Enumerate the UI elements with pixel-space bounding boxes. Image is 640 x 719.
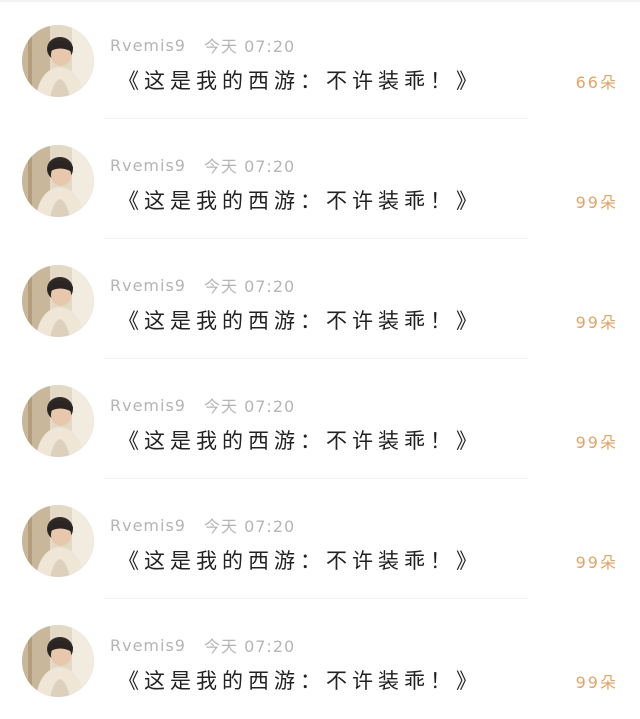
message-meta: Rvemis9 今天 07:20	[110, 515, 296, 537]
message-title[interactable]: 《这是我的西游：不许装乖！》	[118, 545, 482, 575]
avatar-photo-icon	[22, 25, 94, 97]
timestamp: 今天 07:20	[203, 157, 296, 176]
item-divider	[104, 478, 528, 479]
message-item[interactable]: Rvemis9 今天 07:20 《这是我的西游：不许装乖！》 99朵	[0, 240, 640, 359]
flower-count: 99朵	[575, 193, 618, 212]
avatar-photo-icon	[22, 505, 94, 577]
timestamp: 今天 07:20	[203, 277, 296, 296]
username[interactable]: Rvemis9	[110, 156, 186, 175]
username[interactable]: Rvemis9	[110, 636, 186, 655]
avatar[interactable]	[22, 25, 94, 97]
username[interactable]: Rvemis9	[110, 36, 186, 55]
message-title[interactable]: 《这是我的西游：不许装乖！》	[118, 425, 482, 455]
message-item[interactable]: Rvemis9 今天 07:20 《这是我的西游：不许装乖！》 99朵	[0, 360, 640, 479]
username[interactable]: Rvemis9	[110, 396, 186, 415]
timestamp: 今天 07:20	[203, 37, 296, 56]
flower-count: 99朵	[575, 313, 618, 332]
item-divider	[104, 238, 528, 239]
avatar[interactable]	[22, 505, 94, 577]
timestamp: 今天 07:20	[203, 397, 296, 416]
flower-count: 99朵	[575, 553, 618, 572]
message-title[interactable]: 《这是我的西游：不许装乖！》	[118, 185, 482, 215]
avatar[interactable]	[22, 625, 94, 697]
timestamp: 今天 07:20	[203, 637, 296, 656]
message-item[interactable]: Rvemis9 今天 07:20 《这是我的西游：不许装乖！》 99朵	[0, 600, 640, 719]
username[interactable]: Rvemis9	[110, 276, 186, 295]
item-divider	[104, 358, 528, 359]
avatar-photo-icon	[22, 145, 94, 217]
item-divider	[104, 118, 528, 119]
message-item[interactable]: Rvemis9 今天 07:20 《这是我的西游：不许装乖！》 99朵	[0, 120, 640, 239]
avatar-photo-icon	[22, 385, 94, 457]
timestamp: 今天 07:20	[203, 517, 296, 536]
avatar-photo-icon	[22, 625, 94, 697]
message-title[interactable]: 《这是我的西游：不许装乖！》	[118, 65, 482, 95]
avatar[interactable]	[22, 385, 94, 457]
avatar[interactable]	[22, 145, 94, 217]
message-item[interactable]: Rvemis9 今天 07:20 《这是我的西游：不许装乖！》 66朵	[0, 0, 640, 119]
message-title[interactable]: 《这是我的西游：不许装乖！》	[118, 665, 482, 695]
message-meta: Rvemis9 今天 07:20	[110, 635, 296, 657]
message-title[interactable]: 《这是我的西游：不许装乖！》	[118, 305, 482, 335]
message-meta: Rvemis9 今天 07:20	[110, 395, 296, 417]
message-meta: Rvemis9 今天 07:20	[110, 35, 296, 57]
avatar-photo-icon	[22, 265, 94, 337]
flower-count: 66朵	[575, 73, 618, 92]
message-item[interactable]: Rvemis9 今天 07:20 《这是我的西游：不许装乖！》 99朵	[0, 480, 640, 599]
avatar[interactable]	[22, 265, 94, 337]
flower-count: 99朵	[575, 673, 618, 692]
username[interactable]: Rvemis9	[110, 516, 186, 535]
message-meta: Rvemis9 今天 07:20	[110, 275, 296, 297]
item-divider	[104, 598, 528, 599]
message-meta: Rvemis9 今天 07:20	[110, 155, 296, 177]
flower-count: 99朵	[575, 433, 618, 452]
